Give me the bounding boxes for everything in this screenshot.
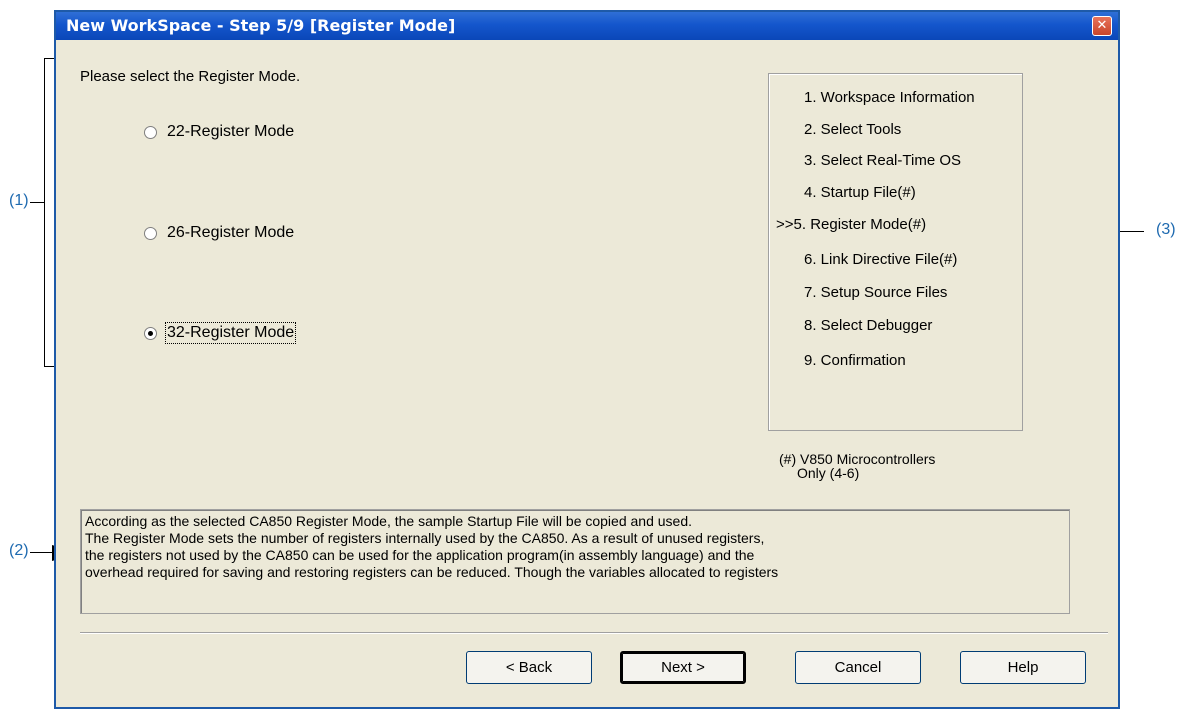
- radio-button[interactable]: [144, 125, 157, 139]
- register-mode-prompt: Please select the Register Mode.: [80, 68, 301, 85]
- annotation-2: (2): [9, 542, 29, 559]
- step-item: 1. Workspace Information: [804, 89, 975, 106]
- annotation-1-hline: [30, 202, 44, 203]
- radio-button[interactable]: [144, 226, 157, 240]
- close-button[interactable]: ✕: [1092, 16, 1112, 36]
- step-item: 9. Confirmation: [804, 352, 906, 369]
- step-item-current: >>5. Register Mode(#): [776, 216, 927, 233]
- next-button[interactable]: Next >: [620, 651, 746, 684]
- separator: [80, 632, 1108, 634]
- title-bar[interactable]: New WorkSpace - Step 5/9 [Register Mode]…: [56, 12, 1118, 40]
- radio-26-register-mode[interactable]: 26-Register Mode: [144, 224, 294, 242]
- help-button[interactable]: Help: [960, 651, 1086, 684]
- steps-note-line: (#) V850 Microcontrollers: [779, 451, 936, 467]
- step-item: 6. Link Directive File(#): [804, 251, 958, 268]
- step-item: 4. Startup File(#): [804, 184, 916, 201]
- back-button[interactable]: < Back: [466, 651, 592, 684]
- close-icon: ✕: [1096, 18, 1108, 33]
- annotation-1-bracket: [44, 58, 45, 367]
- window-title: New WorkSpace - Step 5/9 [Register Mode]: [66, 16, 456, 35]
- annotation-3: (3): [1156, 221, 1176, 238]
- step-item: 2. Select Tools: [804, 121, 902, 138]
- radio-label: 26-Register Mode: [167, 224, 295, 241]
- step-item: 3. Select Real-Time OS: [804, 152, 961, 169]
- step-item: 7. Setup Source Files: [804, 284, 948, 301]
- step-item: 8. Select Debugger: [804, 317, 933, 334]
- wizard-dialog: New WorkSpace - Step 5/9 [Register Mode]…: [54, 10, 1120, 709]
- radio-32-register-mode[interactable]: 32-Register Mode: [144, 322, 297, 344]
- steps-note: (#) V850 Microcontrollers Only (4-6): [779, 452, 935, 480]
- cancel-button[interactable]: Cancel: [795, 651, 921, 684]
- radio-label: 22-Register Mode: [167, 123, 295, 140]
- radio-22-register-mode[interactable]: 22-Register Mode: [144, 123, 294, 141]
- description-box: According as the selected CA850 Register…: [80, 509, 1070, 614]
- radio-label: 32-Register Mode: [164, 322, 297, 344]
- steps-note-line: Only (4-6): [797, 465, 860, 481]
- annotation-1: (1): [9, 192, 29, 209]
- wizard-steps-panel: 1. Workspace Information 2. Select Tools…: [768, 73, 1023, 480]
- radio-button-selected[interactable]: [144, 326, 157, 340]
